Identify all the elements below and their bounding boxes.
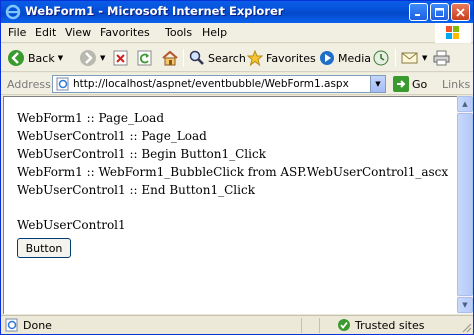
chevron-down-icon: ▼: [462, 301, 468, 309]
history-icon: [373, 50, 389, 66]
media-button[interactable]: Media: [319, 48, 371, 68]
close-icon: [456, 7, 465, 17]
go-arrow-icon: [393, 76, 409, 92]
trusted-check-icon: [338, 319, 350, 331]
go-button[interactable]: Go: [393, 76, 427, 92]
scroll-down-button[interactable]: ▼: [457, 297, 473, 313]
home-icon: [162, 50, 178, 66]
star-icon: [247, 50, 263, 66]
history-button[interactable]: [373, 48, 389, 68]
close-button[interactable]: [451, 3, 470, 21]
refresh-icon: [137, 50, 152, 66]
page-done-icon: [5, 318, 18, 332]
output-line: WebForm1 :: Page_Load: [17, 111, 164, 125]
mail-icon: [401, 52, 418, 64]
maximize-button[interactable]: [430, 3, 449, 21]
mail-button[interactable]: ▼: [401, 48, 427, 68]
window-controls: [409, 3, 470, 21]
menu-view[interactable]: View: [65, 26, 91, 39]
forward-dropdown-icon[interactable]: ▼: [100, 54, 105, 62]
menu-file[interactable]: File: [8, 26, 26, 39]
output-line: WebUserControl1 :: Page_Load: [17, 129, 207, 143]
output-line: WebUserControl1 :: End Button1_Click: [17, 183, 255, 197]
address-bar: Address http://localhost/aspnet/eventbub…: [1, 73, 473, 95]
refresh-button[interactable]: [137, 48, 153, 68]
menu-bar: File Edit View Favorites Tools Help: [1, 23, 473, 43]
search-label: Search: [208, 51, 246, 65]
mail-dropdown-icon[interactable]: ▼: [422, 54, 427, 62]
back-label: Back: [28, 51, 55, 65]
print-button[interactable]: [433, 48, 451, 68]
menu-edit[interactable]: Edit: [35, 26, 56, 39]
print-icon: [433, 50, 450, 66]
search-button[interactable]: Search: [189, 48, 246, 68]
standard-toolbar: Back ▼ ▼ Search Favorites Media ▼: [1, 44, 473, 72]
status-bar: Done Trusted sites: [1, 315, 473, 334]
status-pane: [301, 318, 317, 333]
chevron-down-icon: ▼: [375, 80, 381, 88]
media-label: Media: [338, 51, 372, 65]
user-control-label: WebUserControl1: [17, 218, 126, 232]
address-url: http://localhost/aspnet/eventbubble/WebF…: [73, 78, 349, 90]
address-label: Address: [7, 78, 51, 91]
favorites-label: Favorites: [266, 51, 316, 65]
home-button[interactable]: [161, 48, 179, 68]
minimize-icon: [415, 13, 420, 16]
stop-button[interactable]: [113, 48, 129, 68]
links-button[interactable]: Links: [442, 78, 470, 91]
stop-icon: [113, 50, 128, 66]
resize-grip-icon[interactable]: [460, 321, 472, 333]
toolbar-separator: [183, 49, 184, 67]
maximize-icon: [435, 7, 444, 17]
forward-button[interactable]: ▼: [79, 48, 105, 68]
menu-tools[interactable]: Tools: [165, 26, 192, 39]
address-dropdown-button[interactable]: ▼: [370, 76, 385, 92]
security-zone[interactable]: Trusted sites: [337, 318, 425, 332]
vertical-scrollbar[interactable]: ▲ ▼: [457, 96, 473, 314]
output-lines: WebForm1 :: Page_Load WebUserControl1 ::…: [17, 109, 448, 199]
forward-arrow-icon: [80, 50, 96, 66]
zone-text: Trusted sites: [355, 318, 425, 332]
minimize-button[interactable]: [409, 3, 428, 21]
output-line: WebForm1 :: WebForm1_BubbleClick from AS…: [17, 165, 449, 179]
page-icon: [56, 77, 69, 91]
scroll-up-button[interactable]: ▲: [457, 96, 473, 112]
windows-logo: [435, 23, 471, 43]
output-line: WebUserControl1 :: Begin Button1_Click: [17, 147, 266, 161]
status-pane: [319, 318, 335, 333]
status-text: Done: [23, 318, 52, 332]
menu-favorites[interactable]: Favorites: [100, 26, 150, 39]
go-label: Go: [412, 77, 428, 91]
scroll-thumb[interactable]: [457, 113, 473, 296]
browser-window: WebForm1 - Microsoft Internet Explorer F…: [0, 0, 474, 335]
chevron-up-icon: ▲: [462, 100, 468, 108]
address-input[interactable]: http://localhost/aspnet/eventbubble/WebF…: [52, 75, 386, 93]
window-title: WebForm1 - Microsoft Internet Explorer: [25, 4, 284, 18]
favorites-button[interactable]: Favorites: [247, 48, 316, 68]
title-bar[interactable]: WebForm1 - Microsoft Internet Explorer: [1, 1, 473, 23]
status-done: Done: [5, 318, 52, 332]
back-arrow-icon: [8, 50, 24, 66]
ie-logo-icon: [5, 4, 21, 20]
toolbar-separator: [395, 49, 396, 67]
back-button[interactable]: Back ▼: [7, 48, 63, 68]
windows-flag-icon: [446, 26, 459, 39]
button1[interactable]: Button: [17, 238, 71, 258]
media-icon: [320, 51, 334, 65]
page-content: WebForm1 :: Page_Load WebUserControl1 ::…: [3, 96, 457, 314]
search-icon: [189, 50, 204, 65]
back-dropdown-icon[interactable]: ▼: [58, 54, 63, 62]
menu-help[interactable]: Help: [202, 26, 227, 39]
